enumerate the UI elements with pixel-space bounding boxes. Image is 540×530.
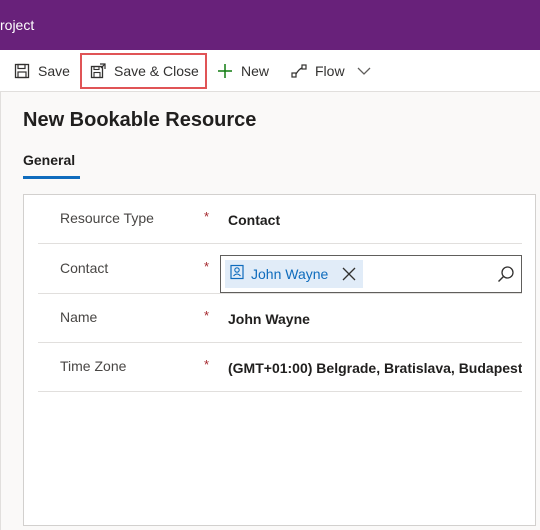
field-label: Contact [60, 260, 109, 276]
save-icon [14, 63, 30, 79]
contact-lookup-field[interactable]: John Wayne [220, 255, 522, 293]
save-button[interactable]: Save [14, 50, 70, 92]
field-time-zone: Time Zone * (GMT+01:00) Belgrade, Bratis… [38, 343, 522, 392]
required-marker: * [204, 308, 210, 323]
field-label: Name [60, 309, 98, 325]
save-label: Save [38, 63, 70, 79]
required-marker: * [204, 259, 210, 274]
required-marker: * [204, 209, 210, 224]
chevron-down-icon [356, 63, 372, 79]
contact-chip[interactable]: John Wayne [225, 260, 363, 288]
form-area: New Bookable Resource General Resource T… [0, 92, 540, 530]
save-and-close-button[interactable]: Save & Close [80, 53, 207, 89]
resource-type-value[interactable]: Contact [228, 212, 522, 228]
command-bar: Save Save & Close New Flow [0, 50, 540, 92]
save-and-close-label: Save & Close [114, 63, 199, 79]
more-commands-button[interactable] [356, 50, 380, 92]
new-label: New [241, 63, 270, 79]
contact-chip-name[interactable]: John Wayne [251, 266, 328, 282]
general-section: Resource Type * Contact Contact * John W… [23, 194, 536, 526]
required-marker: * [204, 357, 210, 372]
app-title: roject [0, 17, 35, 33]
name-value[interactable]: John Wayne [228, 311, 522, 327]
flow-button[interactable]: Flow [291, 50, 345, 92]
flow-label: Flow [315, 63, 345, 79]
field-contact: Contact * John Wayne [38, 245, 522, 294]
field-label: Resource Type [60, 210, 154, 226]
close-icon[interactable] [341, 266, 357, 282]
save-close-icon [90, 63, 106, 79]
field-resource-type: Resource Type * Contact [38, 195, 522, 244]
field-label: Time Zone [60, 358, 127, 374]
new-button[interactable]: New [217, 50, 269, 92]
contact-card-icon [229, 264, 245, 285]
field-name: Name * John Wayne [38, 294, 522, 343]
flow-icon [291, 63, 307, 79]
app-header: roject [0, 0, 540, 50]
time-zone-value[interactable]: (GMT+01:00) Belgrade, Bratislava, Budape… [228, 360, 522, 376]
tab-general[interactable]: General [23, 152, 80, 179]
plus-icon [217, 63, 233, 79]
page-title: New Bookable Resource [23, 109, 257, 131]
search-icon[interactable] [497, 265, 515, 283]
